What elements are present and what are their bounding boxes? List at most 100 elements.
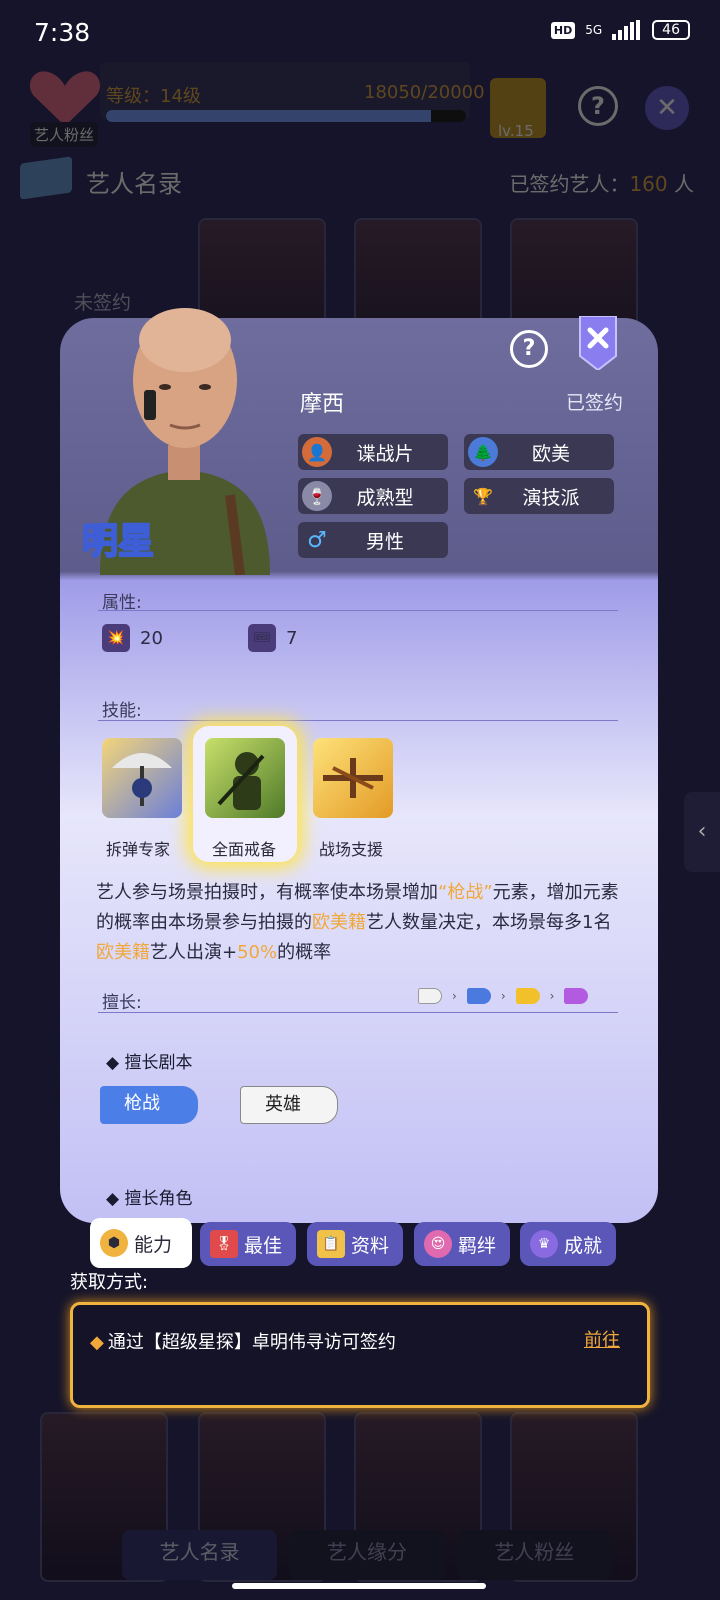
skill-full-alert[interactable] (205, 738, 285, 818)
divider (98, 610, 618, 611)
attribute-value: 7 (286, 627, 298, 649)
chevron-right-icon: › (500, 989, 506, 1003)
close-icon[interactable]: ✕ (645, 86, 689, 130)
tree-icon: 🌲 (468, 437, 498, 467)
tab-best[interactable]: 🎖 最佳 (200, 1222, 296, 1266)
book-icon (20, 156, 72, 200)
tab-artist-fans[interactable]: 艺人粉丝 (456, 1530, 612, 1580)
silhouette-icon: 👤 (302, 437, 332, 467)
network-type: 5G (585, 23, 603, 37)
male-icon: ♂ (302, 525, 332, 555)
tag-label: 演技派 (522, 486, 580, 509)
signed-prefix: 已签约艺人： (509, 172, 630, 196)
skill-bomb-expert[interactable] (102, 738, 182, 818)
battery-icon: 46 (652, 20, 690, 40)
acquire-panel (70, 1302, 650, 1408)
card-help-icon[interactable]: ? (510, 330, 548, 368)
good-roles-label: ◆ 擅长角色 (106, 1189, 193, 1209)
artist-name: 摩西 (300, 392, 345, 417)
skill-name: 拆弹专家 (106, 840, 171, 859)
tab-profile[interactable]: 📋 资料 (307, 1222, 403, 1266)
hexagon-icon: ⬢ (100, 1229, 128, 1257)
desc-highlight: 欧美籍 (96, 942, 150, 963)
grade-purple-icon (564, 988, 589, 1004)
tag-label: 欧美 (531, 442, 570, 465)
tag-region: 🌲 欧美 (464, 434, 614, 470)
side-handle-chevron-left-icon[interactable]: ‹ (684, 792, 720, 872)
skill-name: 全面戒备 (212, 840, 277, 859)
desc-highlight: 欧美籍 (312, 912, 366, 933)
tab-label: 羁绊 (458, 1234, 497, 1257)
tab-label: 成就 (564, 1234, 603, 1257)
acquire-method: 通过【超级星探】卓明伟寻访可签约 (107, 1332, 396, 1353)
tag-label: 男性 (365, 530, 404, 553)
grade-gold-icon (515, 988, 540, 1004)
hd-badge: HD (550, 21, 576, 39)
wine-icon: 🍷 (302, 481, 332, 511)
crown-icon: ♛ (530, 1230, 558, 1258)
diamond-icon: ◆ (90, 1332, 104, 1353)
grade-legend: › › › (418, 988, 589, 1004)
grade-blue-icon (466, 988, 491, 1004)
attribute-action: 💥 20 (102, 624, 163, 652)
script-tag-hero[interactable]: 英雄 (240, 1086, 338, 1124)
tag-genre: 👤 谍战片 (298, 434, 448, 470)
acquire-text: ◆ 通过【超级星探】卓明伟寻访可签约 (90, 1328, 396, 1354)
level-value: 18050/20000 (364, 82, 485, 103)
desc-highlight: “枪战” (438, 882, 493, 903)
tab-bond[interactable]: 😍 羁绊 (414, 1222, 510, 1266)
acquire-title: 获取方式: (70, 1272, 149, 1293)
specialty-title: 擅长: (102, 993, 142, 1013)
good-scripts-text: 擅长剧本 (124, 1053, 193, 1073)
good-roles-text: 擅长角色 (124, 1189, 193, 1209)
soldier-icon (217, 752, 265, 810)
desc-text: 艺人数量决定，本场景每多1名 (366, 912, 612, 933)
warplane-icon (323, 758, 383, 798)
clipboard-icon: 📋 (317, 1230, 345, 1258)
tab-ability[interactable]: ⬢ 能力 (90, 1218, 192, 1268)
card-close-icon[interactable] (578, 315, 618, 372)
desc-text: 的概率 (277, 942, 332, 963)
signed-status: 已签约 (566, 392, 624, 414)
tab-label: 资料 (351, 1234, 390, 1257)
skill-name: 战场支援 (319, 840, 384, 859)
chevron-right-icon: › (549, 989, 555, 1003)
trophy-icon: 🏆 (468, 481, 498, 511)
tab-artist-directory[interactable]: 艺人名录 (122, 1530, 278, 1580)
attribute-value: 20 (140, 627, 163, 649)
tab-label: 最佳 (244, 1234, 283, 1257)
status-icons: HD 5G 46 (550, 20, 690, 40)
star-badge: 明星 (81, 520, 155, 563)
umbrella-soldier-icon (112, 753, 172, 806)
signed-count: 已签约艺人：160 人 (509, 168, 694, 197)
divider (98, 1012, 618, 1013)
tag-temperament: 🍷 成熟型 (298, 478, 448, 514)
heart-eyes-icon: 😍 (424, 1230, 452, 1258)
tag-label: 谍战片 (356, 442, 414, 465)
tab-label: 能力 (134, 1233, 173, 1256)
fan-label: 艺人粉丝 (30, 122, 99, 147)
help-icon[interactable]: ? (578, 86, 618, 126)
signed-unit: 人 (674, 172, 694, 196)
script-tag-gunfight[interactable]: 枪战 (100, 1086, 198, 1124)
directory-title: 艺人名录 (86, 170, 182, 198)
explosion-icon: 💥 (102, 624, 130, 652)
clapper-level: lv.15 (498, 122, 534, 140)
home-indicator[interactable] (232, 1583, 486, 1589)
tab-achievement[interactable]: ♛ 成就 (520, 1222, 616, 1266)
level-label: 等级：14级 (106, 86, 201, 107)
signal-icon (612, 20, 641, 40)
tag-gender: ♂ 男性 (298, 522, 448, 558)
grade-white-icon (418, 988, 442, 1004)
bottom-tab-bar: 艺人名录 艺人缘分 艺人粉丝 (122, 1530, 612, 1580)
tag-style: 🏆 演技派 (464, 478, 614, 514)
level-progress-fill (106, 110, 431, 122)
attribute-box-office: 🎟 7 (248, 624, 297, 652)
skill-battlefield-support[interactable] (313, 738, 393, 818)
status-bar: 7:38 HD 5G 46 (0, 0, 720, 64)
tab-artist-fate[interactable]: 艺人缘分 (289, 1530, 445, 1580)
goto-link[interactable]: 前往 (584, 1326, 620, 1352)
ticket-icon: 🎟 (248, 624, 276, 652)
desc-text: 艺人参与场景拍摄时，有概率使本场景增加 (96, 882, 438, 903)
skill-description: 艺人参与场景拍摄时，有概率使本场景增加“枪战”元素，增加元素的概率由本场景参与拍… (96, 878, 626, 968)
